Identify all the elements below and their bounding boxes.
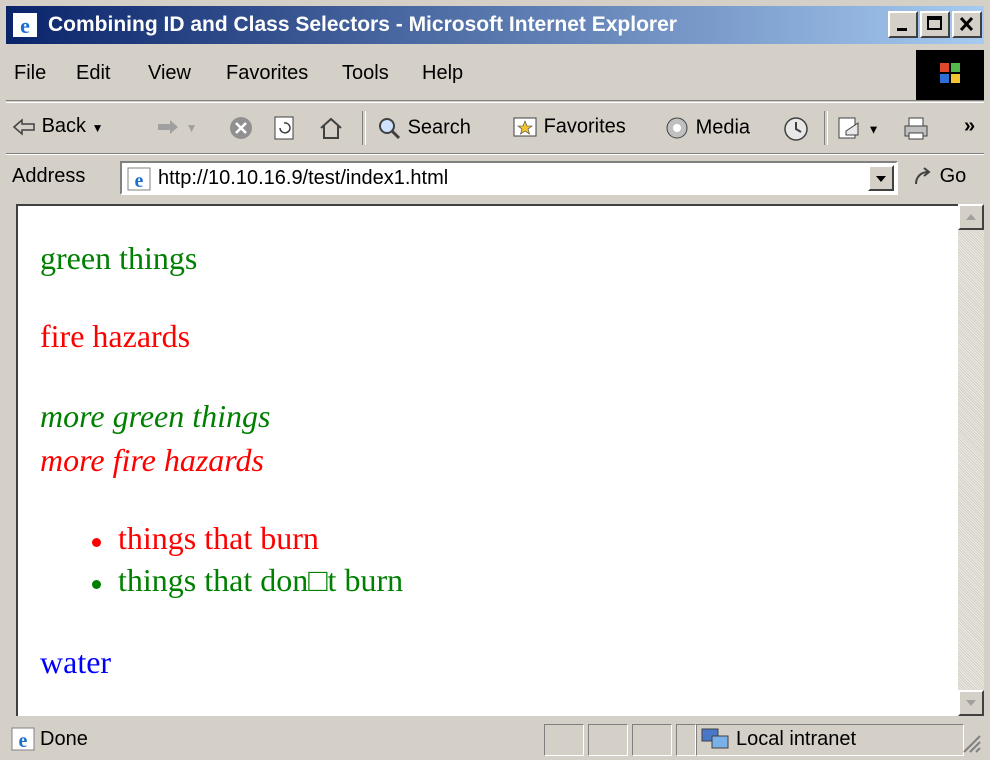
go-arrow-icon (915, 166, 931, 184)
status-panel (632, 724, 672, 756)
window-title: Combining ID and Class Selectors - Micro… (48, 13, 677, 36)
stop-button[interactable] (228, 115, 254, 141)
browser-window: e Combining ID and Class Selectors - Mic… (0, 0, 990, 760)
standard-toolbar: Back ▼ ▼ Search Favorites Media ▼ » (6, 102, 984, 154)
menu-edit[interactable]: Edit (76, 62, 110, 85)
home-icon (320, 117, 342, 139)
refresh-icon (274, 116, 294, 140)
svg-text:e: e (19, 730, 28, 752)
favorites-star-icon (513, 117, 537, 137)
media-label: Media (695, 116, 751, 139)
menu-view[interactable]: View (148, 62, 191, 85)
home-button[interactable] (318, 115, 344, 141)
go-label: Go (939, 165, 967, 187)
fire-hazards-text: fire hazards (40, 318, 191, 354)
status-text: Done (40, 728, 88, 750)
print-button[interactable] (902, 115, 930, 141)
address-url: http://10.10.16.9/test/index1.html (158, 167, 449, 189)
more-fire-hazards-text: more fire hazards (40, 442, 264, 478)
status-panel (676, 724, 696, 756)
back-arrow-icon (12, 118, 35, 136)
back-dropdown-icon[interactable]: ▼ (92, 121, 104, 135)
toolbar-separator (824, 111, 828, 145)
search-icon (379, 118, 401, 140)
address-bar: Address e http://10.10.16.9/test/index1.… (6, 154, 984, 201)
windows-logo-icon (916, 50, 984, 100)
list-bullet (92, 538, 101, 547)
address-input[interactable]: e http://10.10.16.9/test/index1.html (120, 161, 898, 195)
menu-favorites[interactable]: Favorites (226, 62, 308, 85)
title-bar[interactable]: e Combining ID and Class Selectors - Mic… (6, 6, 984, 44)
favorites-button[interactable]: Favorites (512, 115, 626, 139)
go-button[interactable]: Go (912, 165, 966, 188)
menu-file[interactable]: File (14, 62, 46, 85)
forward-button[interactable]: ▼ (156, 115, 197, 138)
back-label: Back (41, 115, 87, 137)
back-button[interactable]: Back ▼ (12, 115, 103, 138)
page-content: green things fire hazards more green thi… (16, 204, 958, 716)
green-things-text: green things (40, 240, 198, 276)
media-icon (666, 117, 688, 139)
favorites-label: Favorites (543, 115, 626, 138)
history-button[interactable] (782, 115, 810, 143)
ie-page-icon: e (11, 727, 35, 752)
forward-dropdown-icon[interactable]: ▼ (186, 121, 198, 135)
list-item-burn: things that burn (118, 520, 319, 556)
toolbar-separator (362, 111, 366, 145)
mail-button[interactable]: ▼ (836, 115, 879, 141)
minimize-button[interactable] (888, 11, 918, 38)
mail-dropdown-icon[interactable]: ▼ (868, 122, 880, 136)
search-label: Search (407, 116, 471, 139)
ie-logo-icon: e (13, 13, 37, 38)
water-text: water (40, 644, 112, 680)
forward-arrow-icon (158, 119, 178, 134)
toolbar-overflow-chevron[interactable]: » (964, 115, 975, 138)
print-icon (904, 117, 928, 140)
address-dropdown-button[interactable] (868, 165, 894, 191)
maximize-button[interactable] (920, 11, 950, 38)
svg-text:e: e (20, 13, 30, 38)
scroll-down-button[interactable] (958, 690, 984, 716)
mail-icon (838, 117, 859, 139)
svg-text:e: e (135, 170, 144, 192)
scroll-up-button[interactable] (958, 204, 984, 230)
address-label: Address (12, 165, 86, 187)
menu-help[interactable]: Help (422, 62, 463, 85)
status-panel (544, 724, 584, 756)
close-button[interactable] (952, 11, 982, 38)
history-icon (784, 117, 808, 141)
more-green-things-text: more green things (40, 398, 271, 434)
resize-grip-icon[interactable] (960, 732, 982, 754)
page-icon: e (127, 167, 151, 192)
stop-icon (230, 117, 252, 139)
menu-tools[interactable]: Tools (342, 62, 389, 85)
status-panel (588, 724, 628, 756)
refresh-button[interactable] (272, 115, 296, 141)
media-button[interactable]: Media (664, 115, 750, 141)
status-bar: e Done Local intranet (6, 718, 984, 758)
zone-panel (696, 724, 964, 756)
vertical-scrollbar[interactable] (958, 204, 984, 716)
list-bullet (92, 580, 101, 589)
list-item-dont-burn: things that don□t burn (118, 562, 404, 598)
menu-bar: File Edit View Favorites Tools Help (6, 48, 984, 101)
search-button[interactable]: Search (376, 115, 471, 141)
